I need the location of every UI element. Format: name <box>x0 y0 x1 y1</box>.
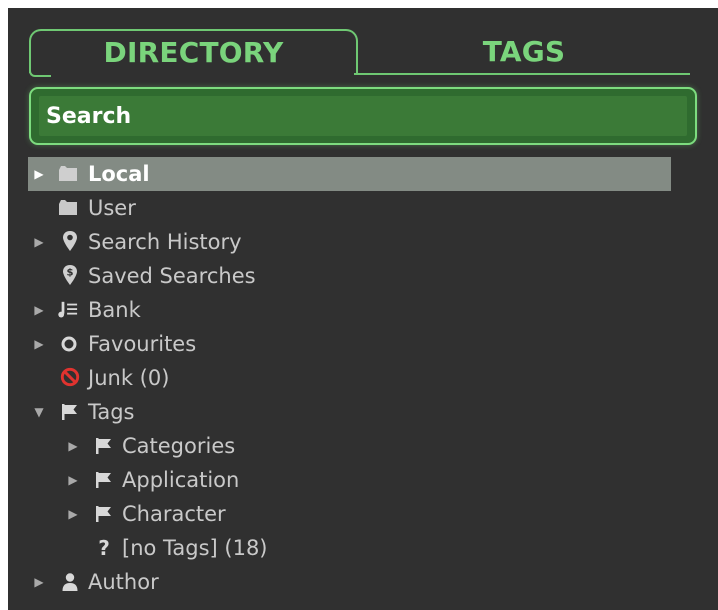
flag-icon <box>94 470 114 490</box>
tree-item-label: Favourites <box>88 332 197 356</box>
location-pin-icon <box>60 231 80 251</box>
tree-item-label: [no Tags] (18) <box>122 536 268 560</box>
flag-icon <box>60 402 80 422</box>
tree-item-label: User <box>88 196 136 220</box>
search-placeholder: Search <box>46 103 132 129</box>
tab-underline <box>354 73 690 75</box>
svg-text:$: $ <box>67 268 74 279</box>
circle-icon <box>59 334 79 354</box>
search-input[interactable]: Search <box>39 96 687 136</box>
tree-item-label: Search History <box>88 230 242 254</box>
expand-arrow-icon[interactable]: ▶ <box>66 439 80 453</box>
dollar-pin-icon: $ <box>60 265 80 285</box>
folder-icon <box>58 198 78 218</box>
sidebar-panel: DIRECTORY TAGS Search ▶ Local User ▶ Sea… <box>8 8 718 610</box>
tree-item-label: Bank <box>88 298 141 322</box>
folder-icon <box>58 164 78 184</box>
flag-icon <box>94 436 114 456</box>
tab-directory-label: DIRECTORY <box>103 35 284 69</box>
search-field[interactable]: Search <box>29 87 697 145</box>
expand-arrow-icon[interactable]: ▶ <box>32 235 46 249</box>
expand-arrow-icon[interactable]: ▶ <box>32 303 46 317</box>
tab-tags[interactable]: TAGS <box>354 29 694 73</box>
tab-tags-label: TAGS <box>482 34 566 68</box>
expand-arrow-icon[interactable]: ▶ <box>32 167 46 181</box>
flag-icon <box>94 504 114 524</box>
question-icon: ? <box>98 536 110 560</box>
tree-item-label: Saved Searches <box>88 264 256 288</box>
tree-item-local[interactable]: ▶ Local <box>28 157 671 191</box>
tree-item-label: Junk (0) <box>88 366 170 390</box>
prohibited-icon <box>60 367 80 387</box>
tree-item-label: Application <box>122 468 240 492</box>
person-icon <box>60 572 80 592</box>
tree-item-label: Tags <box>88 400 135 424</box>
expand-arrow-icon[interactable]: ▶ <box>32 575 46 589</box>
tab-directory[interactable]: DIRECTORY <box>29 29 358 73</box>
tree-item-label: Categories <box>122 434 236 458</box>
expand-arrow-icon[interactable]: ▶ <box>66 473 80 487</box>
tree-item-label: Local <box>88 162 150 186</box>
tree-item-label: Character <box>122 502 226 526</box>
collapse-arrow-icon[interactable]: ▼ <box>32 405 46 419</box>
tab-directory-border <box>29 71 51 77</box>
expand-arrow-icon[interactable]: ▶ <box>32 337 46 351</box>
bank-icon <box>58 300 78 320</box>
tree-item-label: Author <box>88 570 159 594</box>
expand-arrow-icon[interactable]: ▶ <box>66 507 80 521</box>
